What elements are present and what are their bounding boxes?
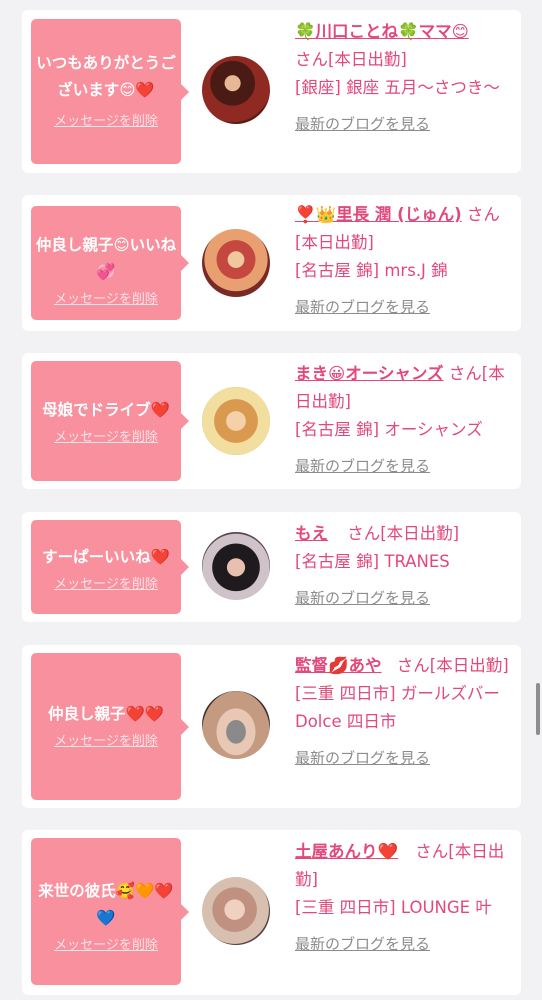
- delete-message-link[interactable]: メッセージを削除: [54, 288, 158, 307]
- cast-info: ❣️👑里長 潤 (じゅん) さん[本日出勤] [名古屋 錦] mrs.J 錦 最…: [295, 201, 513, 321]
- message-bubble: 母娘でドライブ❤️ メッセージを削除: [31, 361, 189, 481]
- delete-message-link[interactable]: メッセージを削除: [54, 934, 158, 953]
- cast-info: もえ さん[本日出勤] [名古屋 錦] TRANES 最新のブログを見る: [295, 520, 513, 612]
- cast-name-link[interactable]: 🍀川口ことね🍀ママ😊: [295, 22, 469, 41]
- message-text: すーぱーいいね❤️: [42, 548, 170, 566]
- avatar[interactable]: [202, 56, 270, 124]
- shop-info: [銀座] 銀座 五月〜さつき〜: [295, 78, 500, 97]
- message-bubble: 仲良し親子😊いいね💞 メッセージを削除: [31, 206, 189, 320]
- latest-blog-link[interactable]: 最新のブログを見る: [295, 930, 513, 958]
- delete-message-link[interactable]: メッセージを削除: [54, 426, 158, 445]
- message-card: 仲良し親子😊いいね💞 メッセージを削除 ❣️👑里長 潤 (じゅん) さん[本日出…: [22, 195, 521, 331]
- latest-blog-link[interactable]: 最新のブログを見る: [295, 110, 513, 138]
- shop-info: [名古屋 錦] オーシャンズ: [295, 420, 483, 439]
- attendance-status: さん[本日出勤]: [295, 50, 407, 69]
- cast-info: 監督💋あや さん[本日出勤] [三重 四日市] ガールズバー Dolce 四日市…: [295, 652, 513, 772]
- cast-info: 🍀川口ことね🍀ママ😊 さん[本日出勤] [銀座] 銀座 五月〜さつき〜 最新のブ…: [295, 18, 513, 138]
- message-bubble: いつもありがとうございます😊❤️ メッセージを削除: [31, 19, 189, 164]
- message-card: 母娘でドライブ❤️ メッセージを削除 まき😀オーシャンズ さん[本日出勤] [名…: [22, 353, 521, 489]
- avatar[interactable]: [202, 532, 270, 600]
- message-bubble: すーぱーいいね❤️ メッセージを削除: [31, 520, 189, 614]
- delete-message-link[interactable]: メッセージを削除: [54, 730, 158, 749]
- latest-blog-link[interactable]: 最新のブログを見る: [295, 293, 513, 321]
- shop-info: [名古屋 錦] mrs.J 錦: [295, 261, 448, 280]
- latest-blog-link[interactable]: 最新のブログを見る: [295, 452, 513, 480]
- cast-name-link[interactable]: 土屋あんり❤️: [295, 842, 398, 861]
- message-text: 仲良し親子❤️❤️: [47, 705, 165, 723]
- message-card: 来世の彼氏🥰🧡❤️💙 メッセージを削除 土屋あんり❤️ さん[本日出勤] [三重…: [22, 830, 521, 995]
- shop-info: [三重 四日市] LOUNGE 叶: [295, 898, 492, 917]
- message-text: いつもありがとうございます😊❤️: [36, 54, 176, 99]
- cast-name-link[interactable]: 監督💋あや: [295, 656, 382, 675]
- cast-name-link[interactable]: もえ: [295, 524, 328, 543]
- delete-message-link[interactable]: メッセージを削除: [54, 110, 158, 129]
- avatar[interactable]: [202, 229, 270, 297]
- cast-info: 土屋あんり❤️ さん[本日出勤] [三重 四日市] LOUNGE 叶 最新のブロ…: [295, 838, 513, 958]
- delete-message-link[interactable]: メッセージを削除: [54, 573, 158, 592]
- message-text: 母娘でドライブ❤️: [42, 401, 170, 419]
- message-card: すーぱーいいね❤️ メッセージを削除 もえ さん[本日出勤] [名古屋 錦] T…: [22, 512, 521, 622]
- message-card: 仲良し親子❤️❤️ メッセージを削除 監督💋あや さん[本日出勤] [三重 四日…: [22, 645, 521, 808]
- latest-blog-link[interactable]: 最新のブログを見る: [295, 744, 513, 772]
- shop-info: [名古屋 錦] TRANES: [295, 552, 450, 571]
- cast-name-link[interactable]: まき😀オーシャンズ: [295, 364, 444, 383]
- avatar[interactable]: [202, 387, 270, 455]
- cast-info: まき😀オーシャンズ さん[本日出勤] [名古屋 錦] オーシャンズ 最新のブログ…: [295, 360, 513, 480]
- message-text: 仲良し親子😊いいね💞: [35, 236, 177, 281]
- attendance-status: さん[本日出勤]: [396, 656, 509, 675]
- avatar[interactable]: [202, 691, 270, 759]
- cast-name-link[interactable]: ❣️👑里長 潤 (じゅん): [295, 205, 462, 224]
- scrollbar[interactable]: [536, 683, 540, 735]
- message-bubble: 来世の彼氏🥰🧡❤️💙 メッセージを削除: [31, 838, 189, 985]
- message-bubble: 仲良し親子❤️❤️ メッセージを削除: [31, 653, 189, 800]
- message-text: 来世の彼氏🥰🧡❤️💙: [38, 882, 174, 927]
- shop-info: [三重 四日市] ガールズバー Dolce 四日市: [295, 684, 500, 731]
- latest-blog-link[interactable]: 最新のブログを見る: [295, 584, 513, 612]
- attendance-status: さん[本日出勤]: [347, 524, 460, 543]
- message-card: いつもありがとうございます😊❤️ メッセージを削除 🍀川口ことね🍀ママ😊 さん[…: [22, 10, 521, 173]
- avatar[interactable]: [202, 877, 270, 945]
